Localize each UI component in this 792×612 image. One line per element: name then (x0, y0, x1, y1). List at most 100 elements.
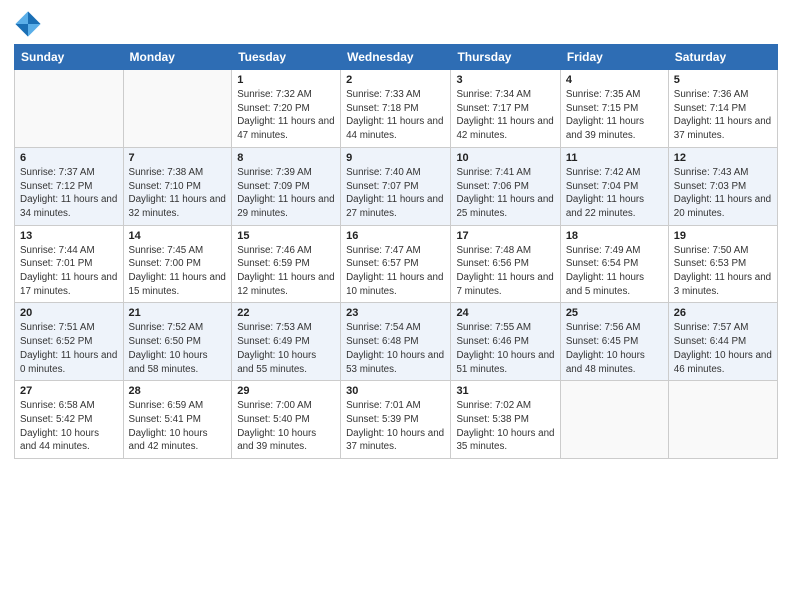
calendar-cell (560, 381, 668, 459)
calendar-cell: 26Sunrise: 7:57 AMSunset: 6:44 PMDayligh… (668, 303, 777, 381)
logo-icon (14, 10, 42, 38)
cell-day-number: 18 (566, 230, 663, 242)
cell-sun-info: Sunrise: 7:48 AMSunset: 6:56 PMDaylight:… (456, 244, 554, 299)
cell-day-number: 30 (346, 385, 445, 397)
cell-day-number: 9 (346, 152, 445, 164)
cell-sun-info: Sunrise: 7:43 AMSunset: 7:03 PMDaylight:… (674, 166, 772, 221)
cell-day-number: 12 (674, 152, 772, 164)
calendar-cell: 22 Sunrise: 7:53 AMSunset: 6:49 PMDayligh… (232, 303, 341, 381)
calendar-cell: 6 Sunrise: 7:37 AMSunset: 7:12 PMDaylight… (15, 147, 124, 225)
cell-sun-info: Sunrise: 7:56 AMSunset: 6:45 PMDaylight:… (566, 321, 663, 376)
cell-day-number: 16 (346, 230, 445, 242)
cell-day-number: 8 (237, 152, 335, 164)
cell-day-number: 6 (20, 152, 118, 164)
cell-sun-info: Sunrise: 7:39 AMSunset: 7:09 PMDaylight:… (237, 166, 335, 221)
cell-sun-info: Sunrise: 7:01 AMSunset: 5:39 PMDaylight:… (346, 399, 445, 454)
calendar-cell: 4 Sunrise: 7:35 AMSunset: 7:15 PMDaylight… (560, 70, 668, 148)
col-header-thursday: Thursday (451, 45, 560, 70)
calendar-cell: 14 Sunrise: 7:45 AMSunset: 7:00 PMDayligh… (123, 225, 232, 303)
cell-day-number: 24 (456, 307, 554, 319)
calendar-cell: 21 Sunrise: 7:52 AMSunset: 6:50 PMDayligh… (123, 303, 232, 381)
calendar-cell: 20 Sunrise: 7:51 AMSunset: 6:52 PMDayligh… (15, 303, 124, 381)
cell-sun-info: Sunrise: 7:38 AMSunset: 7:10 PMDaylight:… (129, 166, 227, 221)
cell-day-number: 28 (129, 385, 227, 397)
cell-day-number: 4 (566, 74, 663, 86)
cell-day-number: 22 (237, 307, 335, 319)
cell-sun-info: Sunrise: 7:02 AMSunset: 5:38 PMDaylight:… (456, 399, 554, 454)
cell-sun-info: Sunrise: 7:35 AMSunset: 7:15 PMDaylight:… (566, 88, 663, 143)
cell-day-number: 31 (456, 385, 554, 397)
calendar-cell: 19Sunrise: 7:50 AMSunset: 6:53 PMDayligh… (668, 225, 777, 303)
cell-day-number: 2 (346, 74, 445, 86)
cell-day-number: 10 (456, 152, 554, 164)
cell-sun-info: Sunrise: 7:54 AMSunset: 6:48 PMDaylight:… (346, 321, 445, 376)
cell-sun-info: Sunrise: 7:57 AMSunset: 6:44 PMDaylight:… (674, 321, 772, 376)
calendar-cell: 30 Sunrise: 7:01 AMSunset: 5:39 PMDayligh… (341, 381, 451, 459)
cell-day-number: 29 (237, 385, 335, 397)
calendar-cell (668, 381, 777, 459)
calendar-header-row: SundayMondayTuesdayWednesdayThursdayFrid… (15, 45, 778, 70)
cell-day-number: 11 (566, 152, 663, 164)
col-header-monday: Monday (123, 45, 232, 70)
calendar-cell (123, 70, 232, 148)
calendar-cell: 15Sunrise: 7:46 AMSunset: 6:59 PMDayligh… (232, 225, 341, 303)
cell-sun-info: Sunrise: 6:58 AMSunset: 5:42 PMDaylight:… (20, 399, 118, 454)
calendar-cell: 25Sunrise: 7:56 AMSunset: 6:45 PMDayligh… (560, 303, 668, 381)
calendar-cell: 17 Sunrise: 7:48 AMSunset: 6:56 PMDayligh… (451, 225, 560, 303)
calendar-cell: 8 Sunrise: 7:39 AMSunset: 7:09 PMDaylight… (232, 147, 341, 225)
calendar-cell: 23 Sunrise: 7:54 AMSunset: 6:48 PMDayligh… (341, 303, 451, 381)
cell-sun-info: Sunrise: 7:41 AMSunset: 7:06 PMDaylight:… (456, 166, 554, 221)
calendar-week-4: 20 Sunrise: 7:51 AMSunset: 6:52 PMDayligh… (15, 303, 778, 381)
cell-day-number: 17 (456, 230, 554, 242)
header (14, 10, 778, 38)
cell-sun-info: Sunrise: 6:59 AMSunset: 5:41 PMDaylight:… (129, 399, 227, 454)
cell-day-number: 13 (20, 230, 118, 242)
calendar-cell: 3Sunrise: 7:34 AMSunset: 7:17 PMDaylight… (451, 70, 560, 148)
cell-day-number: 5 (674, 74, 772, 86)
col-header-tuesday: Tuesday (232, 45, 341, 70)
calendar-table: SundayMondayTuesdayWednesdayThursdayFrid… (14, 44, 778, 459)
cell-day-number: 14 (129, 230, 227, 242)
cell-sun-info: Sunrise: 7:47 AMSunset: 6:57 PMDaylight:… (346, 244, 445, 299)
cell-sun-info: Sunrise: 7:37 AMSunset: 7:12 PMDaylight:… (20, 166, 118, 221)
cell-day-number: 27 (20, 385, 118, 397)
calendar-cell: 29 Sunrise: 7:00 AMSunset: 5:40 PMDayligh… (232, 381, 341, 459)
calendar-cell (15, 70, 124, 148)
cell-day-number: 20 (20, 307, 118, 319)
cell-day-number: 15 (237, 230, 335, 242)
calendar-cell: 13 Sunrise: 7:44 AMSunset: 7:01 PMDayligh… (15, 225, 124, 303)
cell-sun-info: Sunrise: 7:50 AMSunset: 6:53 PMDaylight:… (674, 244, 772, 299)
cell-sun-info: Sunrise: 7:45 AMSunset: 7:00 PMDaylight:… (129, 244, 227, 299)
cell-day-number: 3 (456, 74, 554, 86)
calendar-cell: 24 Sunrise: 7:55 AMSunset: 6:46 PMDayligh… (451, 303, 560, 381)
calendar-cell: 9 Sunrise: 7:40 AMSunset: 7:07 PMDaylight… (341, 147, 451, 225)
cell-sun-info: Sunrise: 7:32 AMSunset: 7:20 PMDaylight:… (237, 88, 335, 143)
calendar-week-1: 1Sunrise: 7:32 AMSunset: 7:20 PMDaylight… (15, 70, 778, 148)
cell-sun-info: Sunrise: 7:40 AMSunset: 7:07 PMDaylight:… (346, 166, 445, 221)
cell-day-number: 21 (129, 307, 227, 319)
calendar-cell: 1Sunrise: 7:32 AMSunset: 7:20 PMDaylight… (232, 70, 341, 148)
calendar-cell: 5Sunrise: 7:36 AMSunset: 7:14 PMDaylight… (668, 70, 777, 148)
cell-sun-info: Sunrise: 7:00 AMSunset: 5:40 PMDaylight:… (237, 399, 335, 454)
col-header-wednesday: Wednesday (341, 45, 451, 70)
calendar-cell: 16 Sunrise: 7:47 AMSunset: 6:57 PMDayligh… (341, 225, 451, 303)
cell-sun-info: Sunrise: 7:49 AMSunset: 6:54 PMDaylight:… (566, 244, 663, 299)
calendar-cell: 11 Sunrise: 7:42 AMSunset: 7:04 PMDayligh… (560, 147, 668, 225)
calendar-cell: 27 Sunrise: 6:58 AMSunset: 5:42 PMDayligh… (15, 381, 124, 459)
page: SundayMondayTuesdayWednesdayThursdayFrid… (0, 0, 792, 612)
cell-day-number: 23 (346, 307, 445, 319)
calendar-cell: 28 Sunrise: 6:59 AMSunset: 5:41 PMDayligh… (123, 381, 232, 459)
cell-sun-info: Sunrise: 7:44 AMSunset: 7:01 PMDaylight:… (20, 244, 118, 299)
cell-sun-info: Sunrise: 7:53 AMSunset: 6:49 PMDaylight:… (237, 321, 335, 376)
cell-sun-info: Sunrise: 7:51 AMSunset: 6:52 PMDaylight:… (20, 321, 118, 376)
calendar-cell: 7 Sunrise: 7:38 AMSunset: 7:10 PMDaylight… (123, 147, 232, 225)
cell-day-number: 7 (129, 152, 227, 164)
cell-sun-info: Sunrise: 7:52 AMSunset: 6:50 PMDaylight:… (129, 321, 227, 376)
calendar-cell: 2Sunrise: 7:33 AMSunset: 7:18 PMDaylight… (341, 70, 451, 148)
calendar-cell: 31 Sunrise: 7:02 AMSunset: 5:38 PMDayligh… (451, 381, 560, 459)
cell-sun-info: Sunrise: 7:42 AMSunset: 7:04 PMDaylight:… (566, 166, 663, 221)
calendar-cell: 12 Sunrise: 7:43 AMSunset: 7:03 PMDayligh… (668, 147, 777, 225)
calendar-week-5: 27 Sunrise: 6:58 AMSunset: 5:42 PMDayligh… (15, 381, 778, 459)
calendar-cell: 10 Sunrise: 7:41 AMSunset: 7:06 PMDayligh… (451, 147, 560, 225)
cell-sun-info: Sunrise: 7:55 AMSunset: 6:46 PMDaylight:… (456, 321, 554, 376)
